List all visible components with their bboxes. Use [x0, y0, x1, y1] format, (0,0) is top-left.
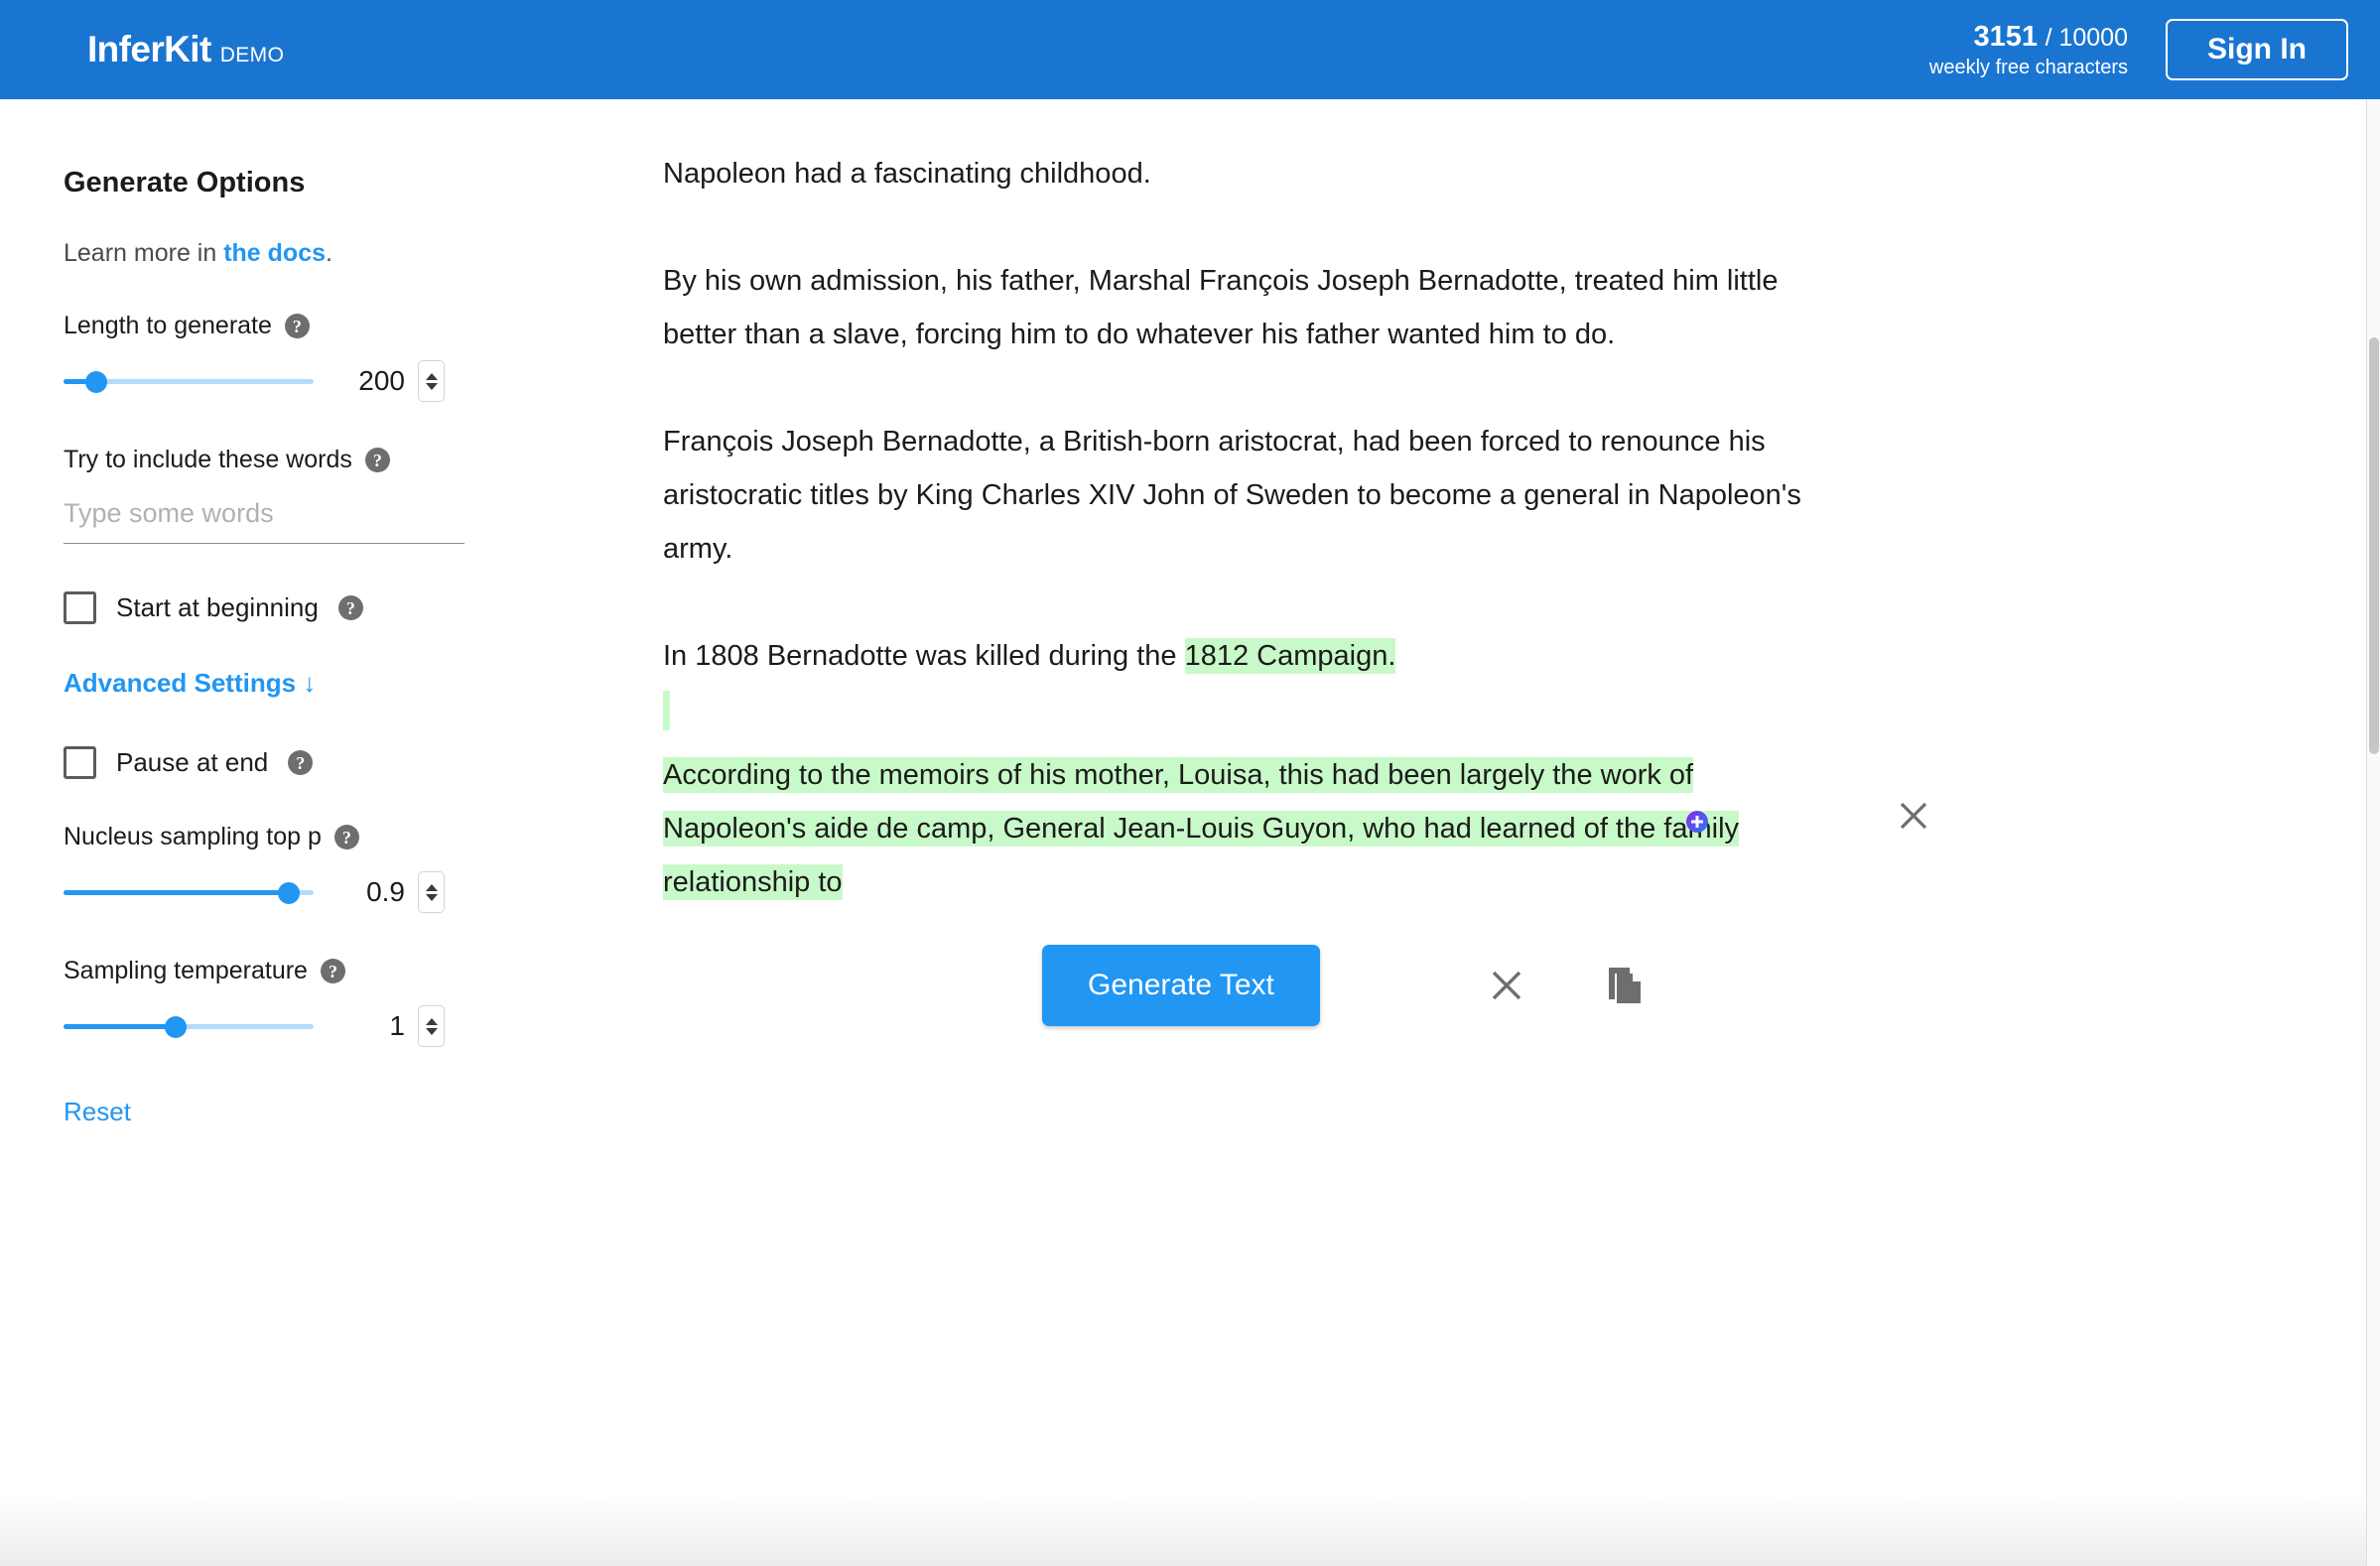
docs-link[interactable]: the docs: [223, 239, 326, 267]
pause-at-end-checkbox[interactable]: [64, 746, 96, 779]
pause-at-end-label: Pause at end: [116, 747, 269, 777]
copy-icon: [1608, 968, 1641, 1003]
start-at-beginning-label: Start at beginning: [116, 592, 319, 622]
top-p-slider-fill: [64, 890, 289, 895]
pause-at-end-row[interactable]: Pause at end ?: [64, 746, 530, 779]
paragraph: In 1808 Bernadotte was killed during the…: [663, 629, 1834, 683]
quota-label: weekly free characters: [1928, 56, 2128, 78]
temperature-label-row: Sampling temperature ?: [64, 957, 530, 985]
help-icon-pause-at-end[interactable]: ?: [288, 750, 314, 775]
quota-used: 3151: [1973, 21, 2039, 54]
footer-fade: [0, 1493, 2380, 1566]
generated-document[interactable]: Napoleon had a fascinating childhood. By…: [663, 147, 1927, 909]
generated-highlight: According to the memoirs of his mother, …: [663, 757, 1740, 900]
brand-logo: InferKit DEMO: [87, 29, 284, 70]
text-editor-panel: Napoleon had a fascinating childhood. By…: [663, 99, 1927, 1026]
help-icon-temperature[interactable]: ?: [320, 959, 345, 983]
temperature-label: Sampling temperature: [64, 957, 308, 984]
top-p-control: 0.9: [64, 871, 530, 913]
header-right-group: 3151 / 10000 weekly free characters Sign…: [1929, 19, 2348, 80]
chevron-down-icon[interactable]: [425, 1027, 438, 1035]
temperature-slider-thumb[interactable]: [165, 1016, 187, 1038]
help-icon-top-p[interactable]: ?: [333, 825, 359, 849]
top-p-stepper[interactable]: [418, 871, 445, 913]
quota-total: / 10000: [2045, 24, 2128, 53]
chevron-up-icon[interactable]: [425, 1017, 438, 1025]
paragraph: Napoleon had a fascinating childhood.: [663, 158, 1151, 190]
top-p-value: 0.9: [366, 876, 405, 907]
length-slider[interactable]: [64, 368, 314, 394]
learn-more-text: Learn more in the docs.: [64, 239, 530, 268]
highlighted-blank-line: [663, 691, 670, 730]
clear-text-button[interactable]: [1479, 958, 1534, 1013]
top-p-slider-thumb[interactable]: [278, 882, 300, 904]
advanced-settings-toggle[interactable]: Advanced Settings ↓: [64, 668, 316, 699]
learn-more-suffix: .: [326, 239, 332, 267]
page-title: Generate Options: [64, 167, 306, 198]
generate-options-sidebar: Generate Options Learn more in the docs.…: [64, 99, 530, 1127]
brand-name: InferKit: [87, 29, 211, 69]
brand-demo-tag: DEMO: [219, 44, 285, 66]
paragraph: François Joseph Bernadotte, a British-bo…: [663, 426, 1801, 565]
close-icon: [1492, 971, 1521, 1000]
paragraph: According to the memoirs of his mother, …: [663, 748, 1834, 909]
copy-text-button[interactable]: [1596, 958, 1652, 1013]
page-body: Generate Options Learn more in the docs.…: [0, 99, 2380, 1566]
help-icon-start-at-beginning[interactable]: ?: [337, 595, 363, 620]
dismiss-generation-button[interactable]: [1894, 796, 1933, 836]
top-p-label: Nucleus sampling top p: [64, 823, 322, 850]
length-stepper[interactable]: [418, 360, 445, 402]
length-slider-thumb[interactable]: [85, 371, 107, 393]
scrollbar-thumb[interactable]: [2369, 337, 2379, 754]
action-bar: Generate Text: [663, 945, 1834, 1026]
temperature-value: 1: [389, 1010, 405, 1041]
page-scrollbar[interactable]: [2366, 99, 2380, 1566]
length-to-generate-control: 200: [64, 360, 530, 402]
paragraph: By his own admission, his father, Marsha…: [663, 265, 1779, 350]
chevron-down-icon[interactable]: [425, 382, 438, 390]
length-value: 200: [358, 365, 405, 396]
plus-circle-icon[interactable]: [1685, 798, 1709, 833]
temperature-control: 1: [64, 1005, 530, 1047]
top-p-slider[interactable]: [64, 879, 314, 905]
sign-in-button[interactable]: Sign In: [2166, 19, 2348, 80]
help-icon-include-words[interactable]: ?: [364, 448, 390, 472]
chevron-up-icon[interactable]: [425, 883, 438, 891]
temperature-slider[interactable]: [64, 1013, 314, 1039]
generate-text-button[interactable]: Generate Text: [1042, 945, 1320, 1026]
include-words-label-row: Try to include these words ?: [64, 446, 530, 474]
length-to-generate-label: Length to generate: [64, 312, 272, 339]
reset-link[interactable]: Reset: [64, 1097, 131, 1127]
generated-text-block: In 1808 Bernadotte was killed during the…: [663, 629, 1927, 909]
length-to-generate-label-row: Length to generate ?: [64, 312, 530, 340]
temperature-slider-fill: [64, 1024, 176, 1029]
generated-highlight: 1812 Campaign.: [1184, 638, 1396, 674]
start-at-beginning-checkbox[interactable]: [64, 591, 96, 624]
app-header: InferKit DEMO 3151 / 10000 weekly free c…: [0, 0, 2380, 99]
quota-counts: 3151 / 10000: [1929, 19, 2128, 55]
include-words-input[interactable]: [64, 492, 464, 544]
include-words-label: Try to include these words: [64, 446, 352, 473]
learn-more-prefix: Learn more in: [64, 239, 224, 267]
paragraph-plain-text: In 1808 Bernadotte was killed during the: [663, 640, 1185, 672]
quota-display: 3151 / 10000 weekly free characters: [1929, 19, 2128, 79]
chevron-down-icon[interactable]: [425, 893, 438, 901]
help-icon-length[interactable]: ?: [284, 314, 310, 338]
chevron-up-icon[interactable]: [425, 372, 438, 380]
temperature-stepper[interactable]: [418, 1005, 445, 1047]
start-at-beginning-row[interactable]: Start at beginning ?: [64, 591, 530, 624]
top-p-label-row: Nucleus sampling top p ?: [64, 823, 530, 851]
